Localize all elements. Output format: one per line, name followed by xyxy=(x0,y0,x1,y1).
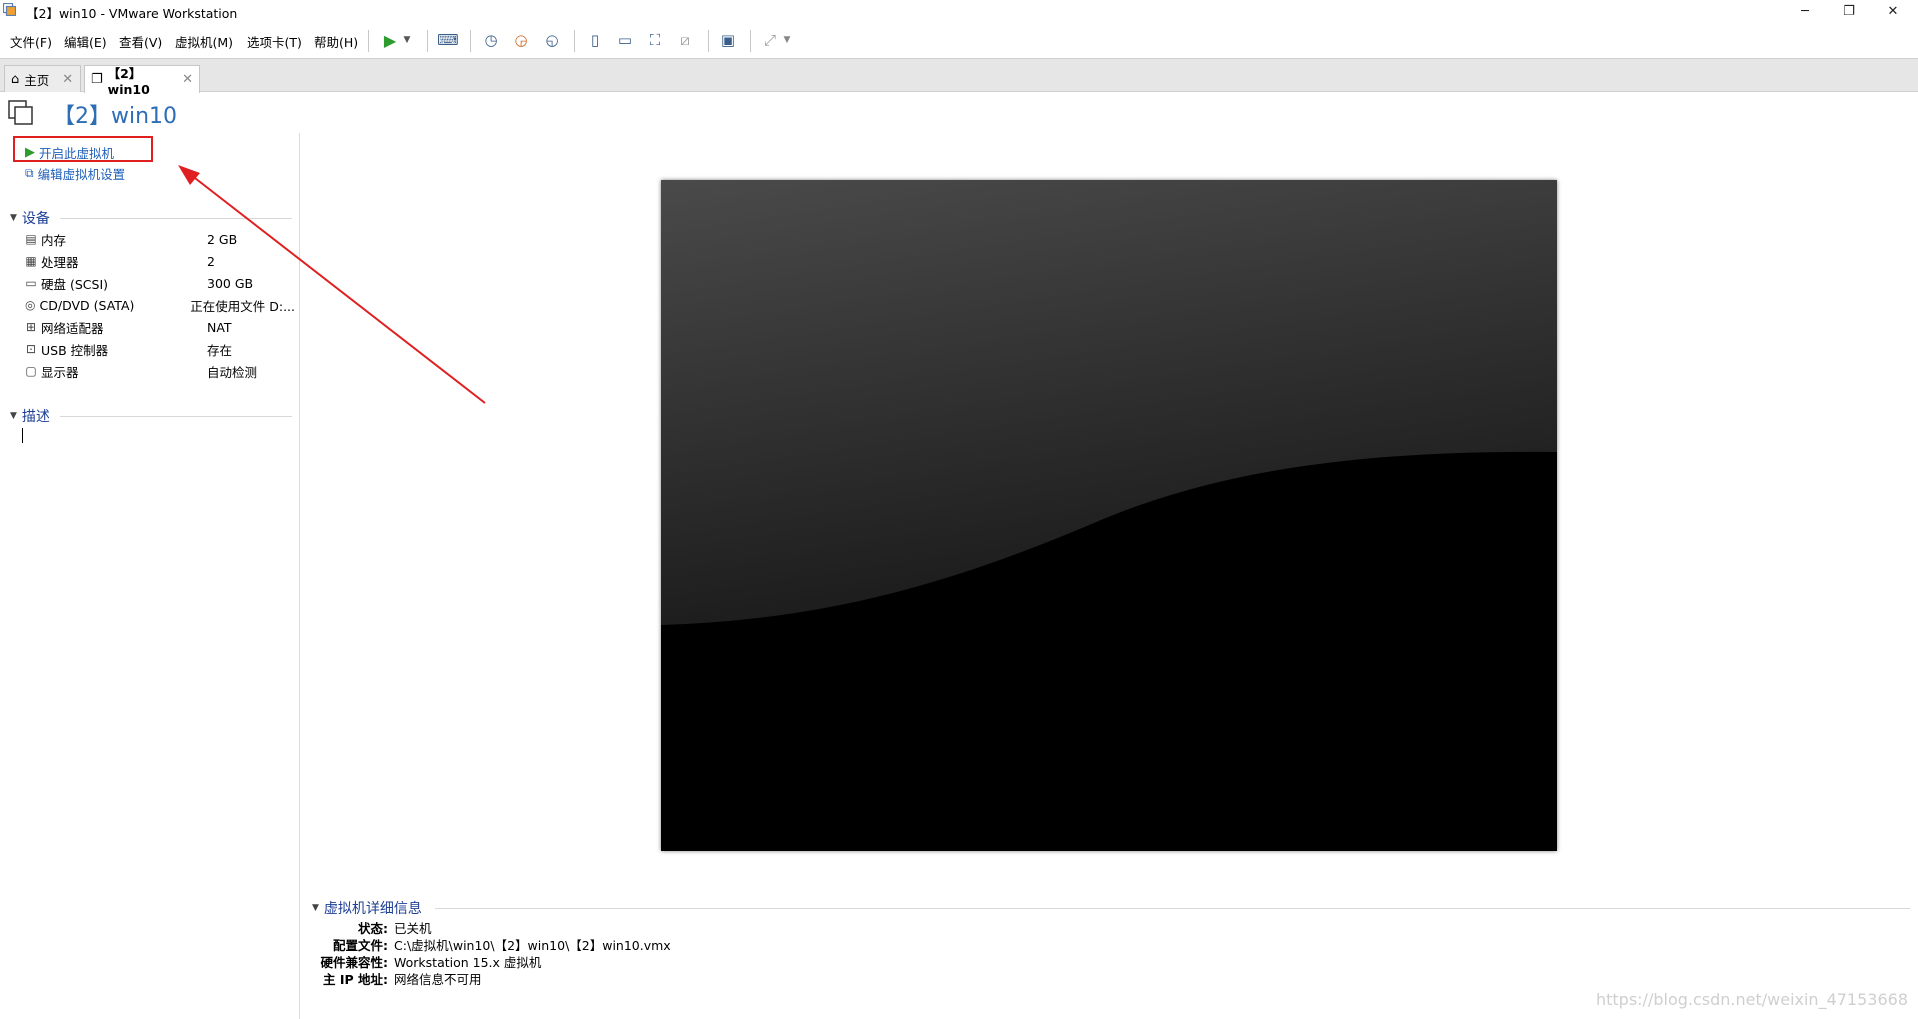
menu-bar: 文件(F) 编辑(E) 查看(V) 虚拟机(M) 选项卡(T) 帮助(H) ▶ … xyxy=(0,22,1918,58)
edit-vm-settings-link[interactable]: ⧉ 编辑虚拟机设置 xyxy=(25,164,125,183)
title-bar: 【2】win10 - VMware Workstation ─ ❐ ✕ xyxy=(0,0,1918,22)
annotation-arrow xyxy=(178,165,486,404)
menu-vm[interactable]: 虚拟机(M) xyxy=(175,32,233,51)
cpu-icon: ▦ xyxy=(25,254,37,268)
toolbar-separator xyxy=(750,30,751,52)
description-section-header[interactable]: ▼ 描述 xyxy=(10,406,50,426)
vmware-logo-icon xyxy=(3,3,16,16)
details-heading: 虚拟机详细信息 xyxy=(323,901,422,917)
minimize-button[interactable]: ─ xyxy=(1782,0,1828,22)
detail-value: 网络信息不可用 xyxy=(394,972,482,987)
sidebar-toggle-icon[interactable]: ▯ xyxy=(585,30,605,50)
memory-icon: ▤ xyxy=(25,232,37,246)
vm-screen-preview[interactable] xyxy=(661,180,1557,851)
chevron-down-icon[interactable]: ▼ xyxy=(401,30,413,50)
vm-icon xyxy=(8,100,33,125)
collapse-triangle-icon: ▼ xyxy=(312,903,319,913)
section-divider xyxy=(60,416,292,417)
detail-value: Workstation 15.x 虚拟机 xyxy=(394,955,542,970)
fullscreen-icon[interactable]: ⛶ xyxy=(645,30,665,50)
power-on-icon[interactable]: ▶ xyxy=(380,30,400,50)
usb-icon: ⊡ xyxy=(25,342,37,356)
thumbnail-bar-icon[interactable]: ▭ xyxy=(615,30,635,50)
collapse-triangle-icon: ▼ xyxy=(10,213,17,223)
send-keys-icon[interactable]: ⌨ xyxy=(437,30,459,50)
menu-file[interactable]: 文件(F) xyxy=(10,32,52,51)
cd-icon: ◎ xyxy=(25,298,36,312)
annotation-highlight-box xyxy=(13,136,153,162)
stretch-icon[interactable]: ⤢ xyxy=(760,30,780,50)
collapse-triangle-icon: ▼ xyxy=(10,411,17,421)
close-icon[interactable]: ✕ xyxy=(62,72,73,87)
vm-title: 【2】win10 xyxy=(53,104,178,129)
tab-strip: ⌂ 主页 ✕ ❐ 【2】win10 ✕ xyxy=(0,58,1918,97)
menu-tabs[interactable]: 选项卡(T) xyxy=(247,32,302,51)
chevron-down-icon[interactable]: ▼ xyxy=(781,30,793,50)
detail-label: 主 IP 地址: xyxy=(322,972,388,987)
detail-value: 已关机 xyxy=(394,921,432,936)
preview-gradient-shape xyxy=(661,180,1557,851)
watermark-text: https://blog.csdn.net/weixin_47153668 xyxy=(1595,990,1908,1009)
toolbar-separator xyxy=(427,30,428,52)
close-window-button[interactable]: ✕ xyxy=(1870,0,1916,22)
edit-settings-icon: ⧉ xyxy=(25,166,34,180)
tab-home[interactable]: ⌂ 主页 ✕ xyxy=(4,65,81,92)
devices-heading: 设备 xyxy=(21,211,50,227)
section-divider xyxy=(435,908,1910,909)
network-icon: ⊞ xyxy=(25,320,37,334)
toolbar-separator xyxy=(574,30,575,52)
close-icon[interactable]: ✕ xyxy=(182,72,193,87)
unity-icon[interactable]: ⧄ xyxy=(675,30,695,50)
snapshot-manager-icon[interactable]: ◵ xyxy=(542,30,562,50)
description-heading: 描述 xyxy=(21,409,50,425)
menu-edit[interactable]: 编辑(E) xyxy=(64,32,107,51)
window-title: 【2】win10 - VMware Workstation xyxy=(26,6,238,21)
toolbar-separator xyxy=(368,30,369,52)
console-icon[interactable]: ▣ xyxy=(718,30,738,50)
menu-help[interactable]: 帮助(H) xyxy=(314,32,358,51)
vm-details-panel: ▼ 虚拟机详细信息 状态: 已关机 配置文件: C:\虚拟机\win10\【2】wi… xyxy=(300,896,1918,996)
vm-icon: ❐ xyxy=(91,72,103,87)
details-section-header[interactable]: ▼ 虚拟机详细信息 xyxy=(312,898,422,918)
detail-value: C:\虚拟机\win10\【2】win10\【2】win10.vmx xyxy=(394,938,671,953)
tab-vm-label: 【2】win10 xyxy=(107,65,150,97)
toolbar-separator xyxy=(708,30,709,52)
home-icon: ⌂ xyxy=(11,71,20,87)
tab-home-label: 主页 xyxy=(24,72,50,88)
edit-settings-label: 编辑虚拟机设置 xyxy=(37,167,126,182)
revert-snapshot-icon[interactable]: ◶ xyxy=(511,30,531,50)
description-text-cursor[interactable] xyxy=(22,428,23,443)
display-icon: ▢ xyxy=(25,364,37,378)
menu-view[interactable]: 查看(V) xyxy=(119,32,162,51)
devices-section-header[interactable]: ▼ 设备 xyxy=(10,208,50,228)
harddisk-icon: ▭ xyxy=(25,276,37,290)
detail-row-ip-address: 主 IP 地址: 网络信息不可用 xyxy=(308,969,482,988)
snapshot-icon[interactable]: ◷ xyxy=(481,30,501,50)
tab-vm[interactable]: ❐ 【2】win10 ✕ xyxy=(84,65,200,97)
toolbar-separator xyxy=(470,30,471,52)
restore-button[interactable]: ❐ xyxy=(1826,0,1872,22)
